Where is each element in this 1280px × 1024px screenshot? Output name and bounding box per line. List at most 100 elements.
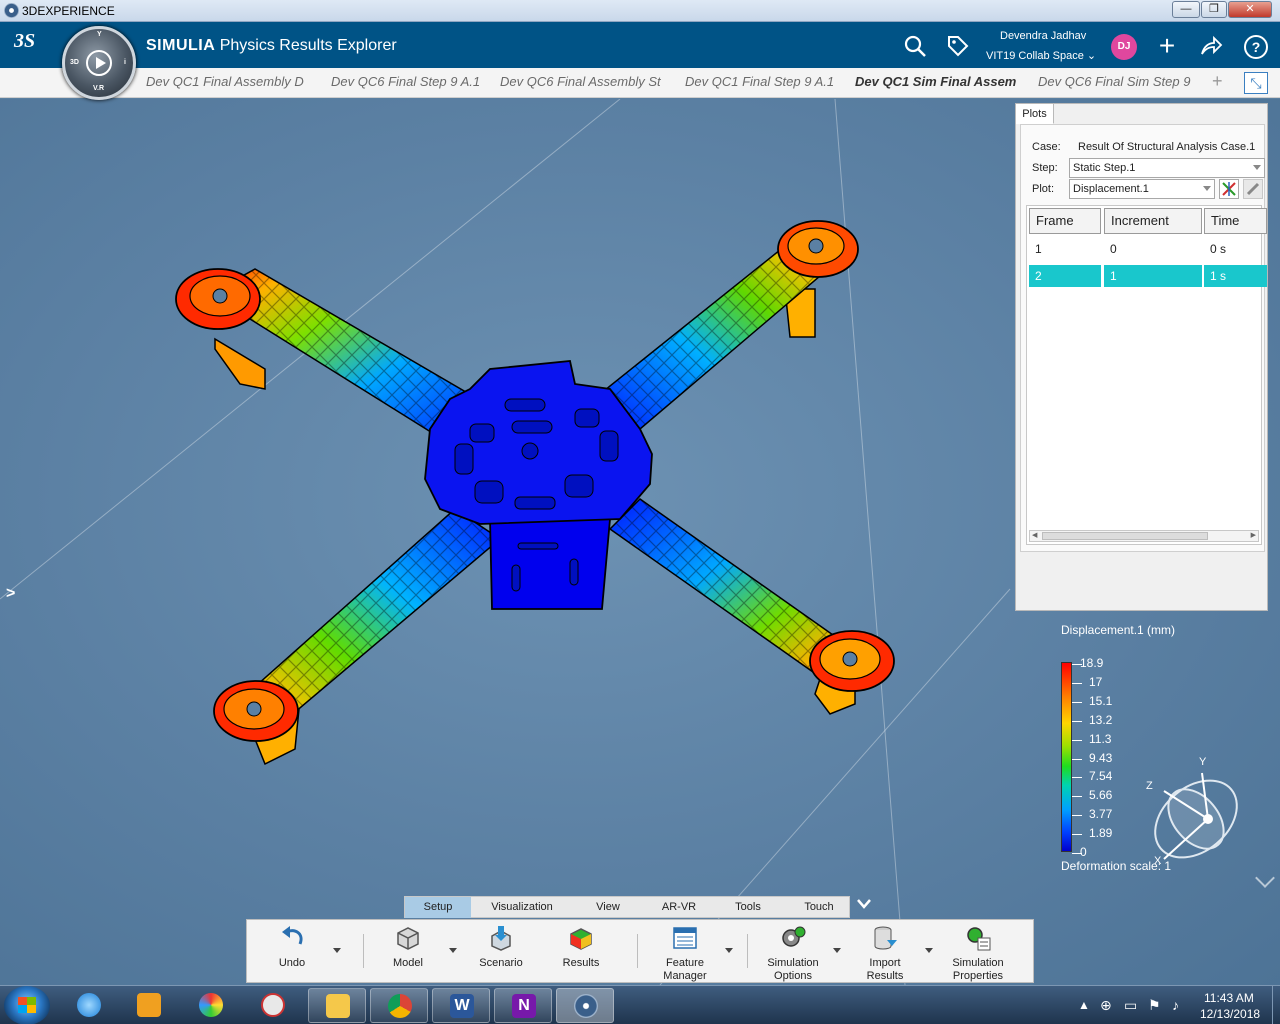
taskbar-3dexperience[interactable] [556, 988, 614, 1023]
horizontal-scrollbar[interactable]: ◀ ▶ [1029, 530, 1259, 542]
tab-qc6-final-step9[interactable]: Dev QC6 Final Step 9 A.1 [331, 74, 491, 89]
legend-tick [1072, 720, 1082, 722]
tab-qc6-final-assembly[interactable]: Dev QC6 Final Assembly St [500, 74, 672, 89]
axis-triad[interactable] [1140, 759, 1250, 869]
ribbon-tab-ar-vr[interactable]: AR-VR [651, 897, 707, 918]
plot-select[interactable]: Displacement.1 [1069, 179, 1215, 199]
collab-space-selector[interactable]: VIT19 Collab Space ⌄ [986, 49, 1096, 62]
chevron-down-icon[interactable] [856, 897, 872, 913]
taskbar-internet-explorer[interactable] [60, 988, 118, 1023]
collab-space-label: VIT19 Collab Space [986, 50, 1084, 62]
taskbar-paint[interactable] [182, 988, 240, 1023]
start-button[interactable] [4, 986, 50, 1024]
case-value: Result Of Structural Analysis Case.1 [1078, 141, 1256, 153]
model-button[interactable]: Model [383, 920, 433, 984]
tray-volume-icon[interactable]: ♪ [1172, 997, 1179, 1013]
tray-expand-icon[interactable]: ▲ [1078, 998, 1090, 1012]
windows-logo-icon [18, 997, 36, 1013]
taskbar-media-player[interactable] [120, 988, 178, 1023]
results-button[interactable]: Results [553, 920, 609, 984]
ribbon-tab-tools[interactable]: Tools [723, 897, 773, 918]
ribbon-tab-touch[interactable]: Touch [793, 897, 845, 918]
legend-tick [1072, 739, 1082, 741]
share-icon[interactable] [1199, 34, 1223, 58]
chrome-icon [388, 994, 412, 1018]
feature-manager-button[interactable]: Feature Manager [653, 920, 717, 984]
avatar[interactable]: DJ [1111, 34, 1137, 60]
feature-manager-dropdown-icon[interactable] [725, 948, 733, 953]
ribbon-tab-view[interactable]: View [583, 897, 633, 918]
motor-mount-bottom-left [213, 680, 299, 742]
simulation-options-button[interactable]: Simulation Options [761, 920, 825, 984]
simulation-properties-label: Simulation Properties [945, 957, 1011, 983]
add-icon[interactable]: + [1155, 32, 1179, 60]
scroll-left-icon[interactable]: ◀ [1032, 531, 1037, 541]
ribbon-tab-setup[interactable]: Setup [405, 897, 471, 918]
dropdown-arrow-icon [1253, 165, 1261, 170]
taskbar-snipping-tool[interactable] [244, 988, 302, 1023]
tab-qc1-final-step9[interactable]: Dev QC1 Final Step 9 A.1 [685, 74, 845, 89]
minimize-button[interactable]: — [1172, 1, 1200, 18]
feature-manager-label-2: Manager [663, 970, 707, 982]
tray-network-globe-icon[interactable]: ⊕ [1100, 997, 1112, 1014]
import-results-label: Import Results [857, 957, 913, 983]
scenario-button[interactable]: Scenario [473, 920, 529, 984]
tray-display-icon[interactable]: ▭ [1124, 997, 1137, 1014]
column-header-increment[interactable]: Increment [1104, 208, 1202, 234]
cell-increment: 1 [1104, 265, 1202, 287]
legend-value: 17 [1089, 674, 1103, 689]
play-icon[interactable] [86, 50, 112, 76]
window-title: 3DEXPERIENCE [22, 4, 115, 18]
close-button[interactable]: ✕ [1228, 1, 1272, 18]
tab-qc1-final-assembly[interactable]: Dev QC1 Final Assembly D [146, 74, 316, 89]
motor-mount-top-left [175, 268, 261, 330]
compass-label-right: i [124, 59, 126, 66]
simulation-options-label: Simulation Options [761, 957, 825, 983]
ribbon-tab-visualization[interactable]: Visualization [477, 897, 567, 918]
edit-pencil-icon[interactable] [1243, 179, 1263, 199]
column-header-frame[interactable]: Frame [1029, 208, 1101, 234]
3ds-logo-icon[interactable]: 3S [14, 30, 48, 60]
undo-dropdown-icon[interactable] [333, 948, 341, 953]
taskbar-file-explorer[interactable] [308, 988, 366, 1023]
undo-button[interactable]: Undo [267, 920, 317, 984]
scroll-right-icon[interactable]: ▶ [1251, 531, 1256, 541]
paint-icon [199, 993, 223, 1017]
simulation-properties-label-1: Simulation [952, 957, 1004, 969]
plot-settings-icon[interactable] [1219, 179, 1239, 199]
import-results-button[interactable]: Import Results [857, 920, 913, 984]
clock-time[interactable]: 11:43 AM [1204, 991, 1254, 1005]
svg-text:?: ? [1252, 39, 1261, 55]
maximize-button[interactable]: ❐ [1201, 1, 1227, 18]
step-select[interactable]: Static Step.1 [1069, 158, 1265, 178]
compass-widget[interactable]: Y 3D i V.R [62, 26, 136, 100]
tab-qc1-sim-final-assem[interactable]: Dev QC1 Sim Final Assem [855, 74, 1023, 89]
taskbar-word[interactable]: W [432, 988, 490, 1023]
dropdown-arrow-icon [1203, 186, 1211, 191]
scrollbar-thumb[interactable] [1042, 532, 1208, 540]
plots-tab[interactable]: Plots [1016, 104, 1054, 124]
taskbar-chrome[interactable] [370, 988, 428, 1023]
legend-tick [1072, 796, 1082, 798]
tab-qc6-final-sim-step9[interactable]: Dev QC6 Final Sim Step 9 [1038, 74, 1203, 89]
chevron-right-icon[interactable]: > [6, 585, 15, 603]
simulation-properties-button[interactable]: Simulation Properties [945, 920, 1011, 984]
model-dropdown-icon[interactable] [449, 948, 457, 953]
legend-value: 13.2 [1089, 712, 1113, 727]
simulation-options-dropdown-icon[interactable] [833, 948, 841, 953]
tray-action-center-icon[interactable]: ⚑ [1148, 997, 1161, 1014]
column-header-time[interactable]: Time [1204, 208, 1267, 234]
chevron-down-icon: ⌄ [1086, 50, 1097, 62]
add-tab-icon[interactable]: + [1212, 71, 1223, 92]
results-label: Results [562, 957, 600, 969]
clock-date[interactable]: 12/13/2018 [1200, 1007, 1260, 1021]
internet-explorer-icon [77, 993, 101, 1017]
expand-icon[interactable]: ⤡ [1244, 72, 1268, 94]
brand-name: SIMULIA [146, 37, 216, 54]
search-icon[interactable] [903, 34, 927, 58]
import-results-dropdown-icon[interactable] [925, 948, 933, 953]
taskbar-onenote[interactable]: N [494, 988, 552, 1023]
show-desktop-button[interactable] [1272, 986, 1280, 1024]
help-icon[interactable]: ? [1243, 34, 1268, 59]
tag-icon[interactable] [946, 34, 970, 58]
